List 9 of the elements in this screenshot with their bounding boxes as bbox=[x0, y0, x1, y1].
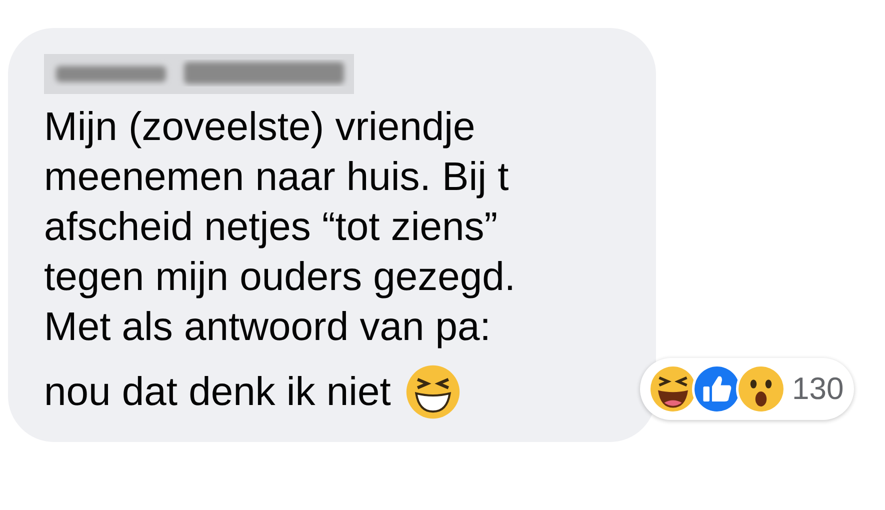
comment-text-line: tegen mijn ouders gezegd. bbox=[44, 254, 516, 301]
comment-text-line: nou dat denk ik niet bbox=[44, 369, 391, 416]
comment-text-line: meenemen naar huis. Bij t bbox=[44, 154, 510, 201]
comment-text-line: afscheid netjes “tot ziens” bbox=[44, 204, 499, 251]
grinning-squinting-emoji-icon bbox=[404, 364, 461, 420]
comment-text-line: Mijn (zoveelste) vriendje bbox=[44, 104, 476, 151]
reaction-count: 130 bbox=[792, 371, 844, 407]
reaction-summary[interactable]: 130 bbox=[640, 358, 854, 420]
comment-text-line: Met als antwoord van pa: bbox=[44, 304, 492, 351]
